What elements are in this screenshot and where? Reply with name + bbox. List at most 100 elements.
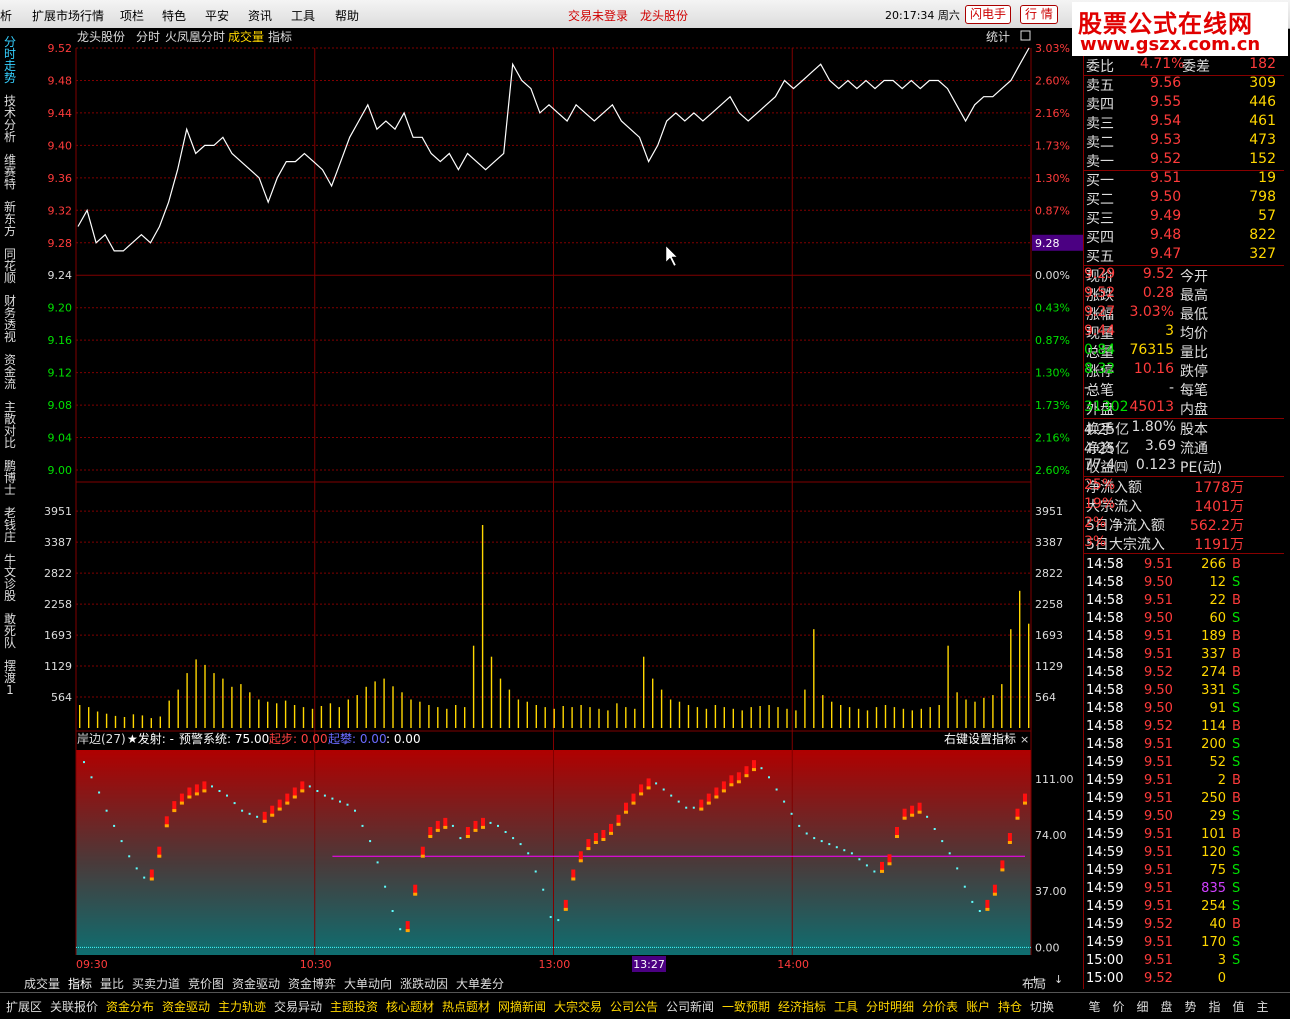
status-right-tab[interactable]: 值	[1227, 998, 1250, 1015]
status-right-tab[interactable]: 主	[1251, 998, 1274, 1015]
indicator-point	[828, 843, 831, 846]
tick-time: 14:58	[1086, 737, 1124, 752]
status-item[interactable]: 账户	[966, 998, 990, 1015]
tick-price: 9.52	[1144, 917, 1173, 932]
indicator-up-cap	[586, 847, 591, 851]
statistics-button[interactable]: 统计	[986, 30, 1010, 44]
stat-row: 涨幅 3.03% 最低 9.27	[1084, 304, 1284, 323]
tab-5[interactable]: 竞价图	[188, 975, 224, 992]
tab-2[interactable]: 指标	[68, 975, 92, 992]
tab-phoenix-intraday[interactable]: 火凤凰分时	[165, 30, 225, 44]
close-icon[interactable]: ×	[1020, 733, 1029, 746]
status-item[interactable]: 扩展区	[6, 998, 42, 1015]
status-item[interactable]: 一致预期	[722, 998, 770, 1015]
status-right-tab[interactable]: 价	[1107, 998, 1130, 1015]
status-item[interactable]: 分时明细	[866, 998, 914, 1015]
chart-area[interactable]: 9.52 3.03% 9.48 2.60% 9.44 2.16% 9.40 1.73% 9.36…	[20, 28, 1083, 978]
stat-label: 今开	[1180, 269, 1208, 285]
tab-intraday[interactable]: 分时	[136, 30, 160, 44]
status-right-tab[interactable]: 盘	[1155, 998, 1178, 1015]
zoom-button[interactable]: +	[1030, 973, 1039, 986]
status-item[interactable]: 关联报价	[50, 998, 98, 1015]
status-right-tab[interactable]: 势	[1179, 998, 1202, 1015]
status-item[interactable]: 持仓	[998, 998, 1022, 1015]
indicator-up-cap	[1007, 841, 1012, 844]
flow-percent: 2%	[1084, 515, 1107, 531]
indicator-settings-hint[interactable]: 右键设置指标	[944, 731, 1016, 746]
left-tab[interactable]: 老钱庄	[2, 507, 18, 543]
tick-list-scrollbar[interactable]	[1283, 560, 1290, 990]
volume-bar	[786, 708, 788, 728]
indicator-up-cap	[902, 816, 907, 820]
menu-item[interactable]: 扩展市场行情	[32, 7, 104, 24]
status-right-tab[interactable]: 指	[1203, 998, 1226, 1015]
status-item[interactable]: 网摘新闻	[498, 998, 546, 1015]
left-tab[interactable]: 资金流	[2, 354, 18, 390]
market-button[interactable]: 行 情	[1020, 5, 1058, 24]
status-item[interactable]: 公司公告	[610, 998, 658, 1015]
menu-item[interactable]: 工具	[291, 7, 315, 24]
volume-bar	[88, 707, 90, 728]
left-tab[interactable]: 摆渡1	[2, 660, 18, 696]
tab-8[interactable]: 大单动向	[344, 975, 392, 992]
status-item[interactable]: 资金分布	[106, 998, 154, 1015]
status-item[interactable]: 交易异动	[274, 998, 322, 1015]
status-right-tab[interactable]: 细	[1131, 998, 1154, 1015]
menu-item[interactable]: 特色	[162, 7, 186, 24]
menu-item[interactable]: 资讯	[248, 7, 272, 24]
left-tab[interactable]: 分时走势	[2, 36, 18, 84]
left-tab[interactable]: 同花顺	[2, 248, 18, 284]
tab-10[interactable]: 大单差分	[456, 975, 504, 992]
tick-row: 14:59 9.51 254 S	[1084, 899, 1284, 917]
flow-value: 1778万	[1194, 480, 1244, 496]
tab-indicator[interactable]: 指标	[268, 29, 292, 44]
tab-4[interactable]: 买卖力道	[132, 975, 180, 992]
status-item[interactable]: 主题投资	[330, 998, 378, 1015]
tab-1[interactable]: 成交量	[24, 975, 60, 992]
tick-row: 14:59 9.51 170 S	[1084, 935, 1284, 953]
left-tab[interactable]: 鹏博士	[2, 460, 18, 496]
left-tab[interactable]: 牛文诊股	[2, 554, 18, 602]
status-item[interactable]: 工具	[834, 998, 858, 1015]
status-item[interactable]: 资金驱动	[162, 998, 210, 1015]
chart-svg[interactable]: 9.52 3.03% 9.48 2.60% 9.44 2.16% 9.40 1.73% 9.36…	[20, 28, 1083, 978]
indicator-up-cap	[300, 789, 305, 793]
left-tab[interactable]: 维赛特	[2, 154, 18, 190]
stat-label: 内盘	[1180, 402, 1208, 418]
left-tab[interactable]: 主散对比	[2, 401, 18, 449]
status-item[interactable]: 大宗交易	[554, 998, 602, 1015]
status-item[interactable]: 核心题材	[386, 998, 434, 1015]
zoom-button[interactable]: -	[1042, 973, 1046, 986]
menu-item[interactable]: 析	[0, 7, 12, 24]
zoom-button[interactable]: ↓	[1054, 973, 1063, 986]
stat-value: -	[1084, 380, 1090, 396]
tab-9[interactable]: 涨跌动因	[400, 975, 448, 992]
tab-volume[interactable]: 成交量	[228, 29, 264, 44]
menu-item[interactable]: 平安	[205, 7, 229, 24]
indicator-up-cap	[1015, 816, 1020, 820]
indicator-point	[692, 806, 695, 809]
stock-name-link[interactable]: 龙头股份	[640, 7, 688, 24]
left-tab[interactable]: 敢死队	[2, 613, 18, 649]
status-item[interactable]: 分价表	[922, 998, 958, 1015]
flash-trade-button[interactable]: 闪电手	[965, 5, 1012, 24]
status-item[interactable]: 主力轨迹	[218, 998, 266, 1015]
tab-6[interactable]: 资金驱动	[232, 975, 280, 992]
tab-7[interactable]: 资金博弈	[288, 975, 336, 992]
left-tab[interactable]: 技术分析	[2, 95, 18, 143]
menu-item[interactable]: 帮助	[335, 7, 359, 24]
left-tab[interactable]: 财务透视	[2, 295, 18, 343]
indicator-point	[941, 840, 944, 843]
status-item[interactable]: 公司新闻	[666, 998, 714, 1015]
stat-value: 9.29	[1084, 266, 1116, 282]
status-item[interactable]: 热点题材	[442, 998, 490, 1015]
status-item[interactable]: 切换	[1030, 998, 1054, 1015]
status-right-tab[interactable]: 笔	[1083, 998, 1106, 1015]
status-item[interactable]: 经济指标	[778, 998, 826, 1015]
tick-side: S	[1232, 575, 1241, 590]
trade-login-status[interactable]: 交易未登录	[568, 7, 628, 24]
menu-item[interactable]: 项栏	[120, 7, 144, 24]
tick-row: 14:59 9.51 2 B	[1084, 773, 1284, 791]
tab-3[interactable]: 量比	[100, 975, 124, 992]
left-tab[interactable]: 新东方	[2, 201, 18, 237]
